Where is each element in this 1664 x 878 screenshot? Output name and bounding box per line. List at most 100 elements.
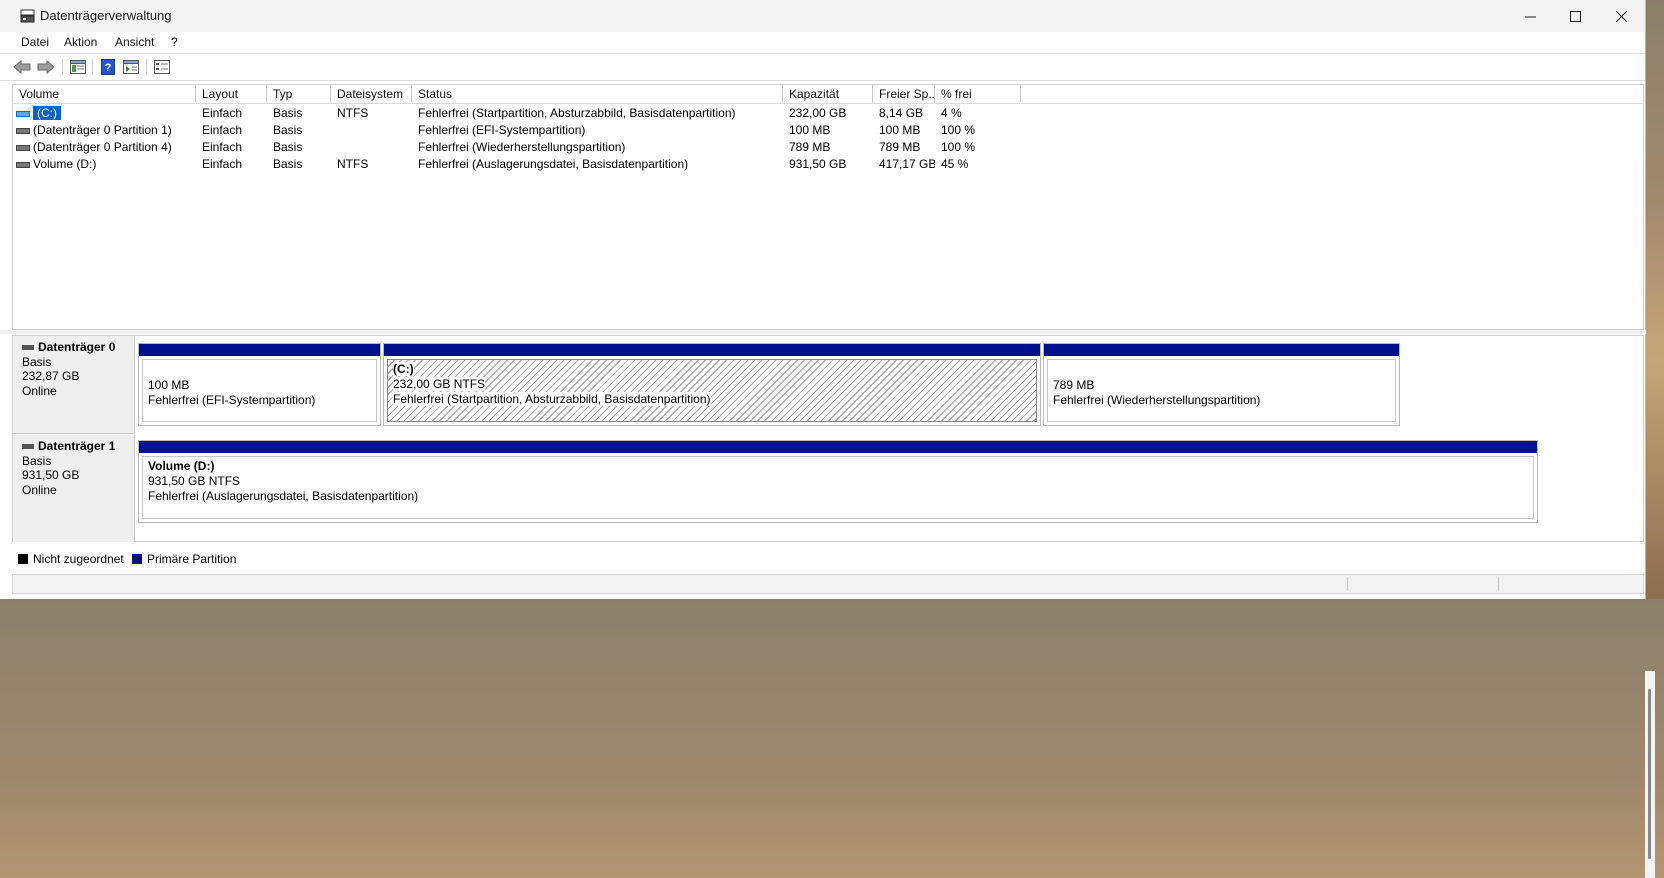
minimize-icon bbox=[1524, 16, 1536, 17]
dateisystem-cell bbox=[331, 139, 412, 156]
partition-title-text: (C:) bbox=[393, 362, 414, 376]
partition-size: 931,50 GB NTFS bbox=[148, 474, 241, 488]
prozent-cell: 4 % bbox=[941, 106, 962, 120]
partition-recovery[interactable]: 789 MB Fehlerfrei (Wiederherstellungspar… bbox=[1043, 343, 1400, 426]
pane-splitter[interactable] bbox=[0, 330, 1646, 334]
kapazitaet-cell: 789 MB bbox=[789, 140, 831, 154]
window-title: Datenträgerverwaltung bbox=[40, 8, 172, 23]
kapazitaet-cell: 232,00 GB bbox=[789, 106, 847, 120]
disk-name: Datenträger 1 bbox=[22, 439, 134, 454]
menu-bar: Datei Aktion Ansicht ? bbox=[0, 32, 1645, 52]
drive-icon bbox=[16, 144, 30, 151]
disk-name-text: Datenträger 1 bbox=[38, 439, 116, 453]
volume-row[interactable]: (Datenträger 0 Partition 4) Einfach Basi… bbox=[13, 139, 1643, 156]
column-header-layout[interactable]: Layout bbox=[196, 85, 267, 103]
partition-status: Fehlerfrei (Wiederherstellungspartition) bbox=[1053, 393, 1261, 407]
volume-list-header: Volume Layout Typ Dateisystem Status Kap… bbox=[13, 85, 1643, 104]
disk-management-app-icon bbox=[20, 9, 35, 23]
vertical-scrollbar[interactable] bbox=[1645, 671, 1655, 878]
menu-datei[interactable]: Datei bbox=[21, 35, 49, 49]
volume-cell: (C:) bbox=[13, 105, 196, 122]
volume-cell: Volume (D:) bbox=[13, 156, 196, 173]
svg-text:?: ? bbox=[105, 62, 112, 74]
close-icon bbox=[1615, 10, 1627, 22]
disk-name: Datenträger 0 bbox=[22, 340, 134, 355]
volume-list: Volume Layout Typ Dateisystem Status Kap… bbox=[12, 84, 1644, 330]
legend: Nicht zugeordnet Primäre Partition bbox=[12, 548, 1644, 570]
layout-cell: Einfach bbox=[202, 140, 243, 154]
frei-cell: 789 MB bbox=[879, 140, 921, 154]
partition-c[interactable]: (C:) 232,00 GB NTFS Fehlerfrei (Startpar… bbox=[383, 343, 1041, 426]
kapazitaet-cell: 100 MB bbox=[789, 123, 831, 137]
legend-label-primary: Primäre Partition bbox=[147, 552, 237, 566]
partition-size: 100 MB bbox=[148, 378, 190, 392]
partition-d[interactable]: Volume (D:) 931,50 GB NTFS Fehlerfrei (A… bbox=[138, 440, 1538, 523]
partition-efi[interactable]: 100 MB Fehlerfrei (EFI-Systempartition) bbox=[138, 343, 381, 426]
partition-size-text: 232,00 GB NTFS bbox=[393, 377, 486, 391]
toolbar: ? bbox=[0, 53, 1645, 81]
toolbar-separator bbox=[146, 59, 147, 75]
volume-name: (Datenträger 0 Partition 1) bbox=[33, 123, 172, 137]
forward-arrow-icon bbox=[37, 60, 55, 74]
disk-0-label[interactable]: Datenträger 0 Basis 232,87 GB Online bbox=[13, 336, 135, 434]
menu-help[interactable]: ? bbox=[171, 35, 178, 49]
partition-size: 789 MB bbox=[1053, 378, 1095, 392]
partition-header-bar bbox=[139, 441, 1537, 453]
maximize-button[interactable] bbox=[1552, 0, 1598, 32]
disk-1-label[interactable]: Datenträger 1 Basis 931,50 GB Online bbox=[13, 435, 135, 542]
typ-cell: Basis bbox=[273, 123, 303, 137]
menu-ansicht[interactable]: Ansicht bbox=[115, 35, 154, 49]
close-button[interactable] bbox=[1598, 0, 1644, 32]
disk-type: Basis bbox=[22, 453, 52, 468]
status-cell: Fehlerfrei (Auslagerungsdatei, Basisdate… bbox=[418, 157, 689, 171]
title-bar[interactable]: Datenträgerverwaltung bbox=[0, 0, 1645, 32]
disk-management-window: Datenträgerverwaltung Datei Aktion Ansic… bbox=[0, 0, 1655, 878]
dateisystem-cell: NTFS bbox=[337, 106, 369, 120]
volume-row[interactable]: (Datenträger 0 Partition 1) Einfach Basi… bbox=[13, 122, 1643, 139]
back-arrow-icon bbox=[13, 60, 31, 74]
status-cell: Fehlerfrei (EFI-Systempartition) bbox=[418, 123, 586, 137]
column-header-typ[interactable]: Typ bbox=[267, 85, 331, 103]
disk-name-text: Datenträger 0 bbox=[38, 340, 116, 354]
volume-row[interactable]: (C:) Einfach Basis NTFS Fehlerfrei (Star… bbox=[13, 105, 1643, 122]
volume-cell: (Datenträger 0 Partition 4) bbox=[13, 139, 196, 156]
layout-cell: Einfach bbox=[202, 157, 243, 171]
back-button[interactable] bbox=[13, 58, 31, 76]
partition-body: Volume (D:) 931,50 GB NTFS Fehlerfrei (A… bbox=[142, 456, 1534, 519]
prozent-cell: 100 % bbox=[941, 140, 976, 154]
scrollbar-thumb[interactable] bbox=[1648, 689, 1651, 859]
legend-swatch-primary bbox=[132, 554, 142, 564]
menu-aktion[interactable]: Aktion bbox=[64, 35, 97, 49]
properties-icon bbox=[154, 60, 170, 74]
column-header-freier-speicher[interactable]: Freier Sp... bbox=[873, 85, 935, 103]
frei-cell: 417,17 GB bbox=[879, 157, 935, 171]
column-header-status[interactable]: Status bbox=[412, 85, 783, 103]
legend-label-unallocated: Nicht zugeordnet bbox=[33, 552, 124, 566]
column-header-kapazitaet[interactable]: Kapazität bbox=[783, 85, 873, 103]
column-header-prozent-frei[interactable]: % frei bbox=[935, 85, 1021, 103]
properties-button[interactable] bbox=[153, 58, 171, 76]
partition-body-selected: (C:) 232,00 GB NTFS Fehlerfrei (Startpar… bbox=[387, 359, 1037, 422]
column-header-dateisystem[interactable]: Dateisystem bbox=[331, 85, 412, 103]
drive-icon bbox=[16, 127, 30, 134]
layout-cell: Einfach bbox=[202, 106, 243, 120]
legend-swatch-unallocated bbox=[18, 554, 28, 564]
partition-header-bar bbox=[384, 344, 1040, 356]
volume-row[interactable]: Volume (D:) Einfach Basis NTFS Fehlerfre… bbox=[13, 156, 1643, 173]
show-details-icon bbox=[123, 60, 139, 74]
partition-header-bar bbox=[139, 344, 380, 356]
console-tree-icon bbox=[70, 60, 86, 74]
disk-type: Basis bbox=[22, 354, 52, 369]
forward-button[interactable] bbox=[37, 58, 55, 76]
volume-name: (Datenträger 0 Partition 4) bbox=[33, 140, 172, 154]
partition-header-bar bbox=[1044, 344, 1399, 356]
toolbar-separator bbox=[92, 59, 93, 75]
minimize-button[interactable] bbox=[1507, 0, 1553, 32]
console-tree-button[interactable] bbox=[69, 58, 87, 76]
help-button[interactable]: ? bbox=[99, 58, 117, 76]
show-details-button[interactable] bbox=[122, 58, 140, 76]
column-header-volume[interactable]: Volume bbox=[13, 85, 196, 103]
status-bar-divider bbox=[1347, 577, 1348, 591]
typ-cell: Basis bbox=[273, 157, 303, 171]
partition-status: Fehlerfrei (Auslagerungsdatei, Basisdate… bbox=[148, 489, 419, 503]
